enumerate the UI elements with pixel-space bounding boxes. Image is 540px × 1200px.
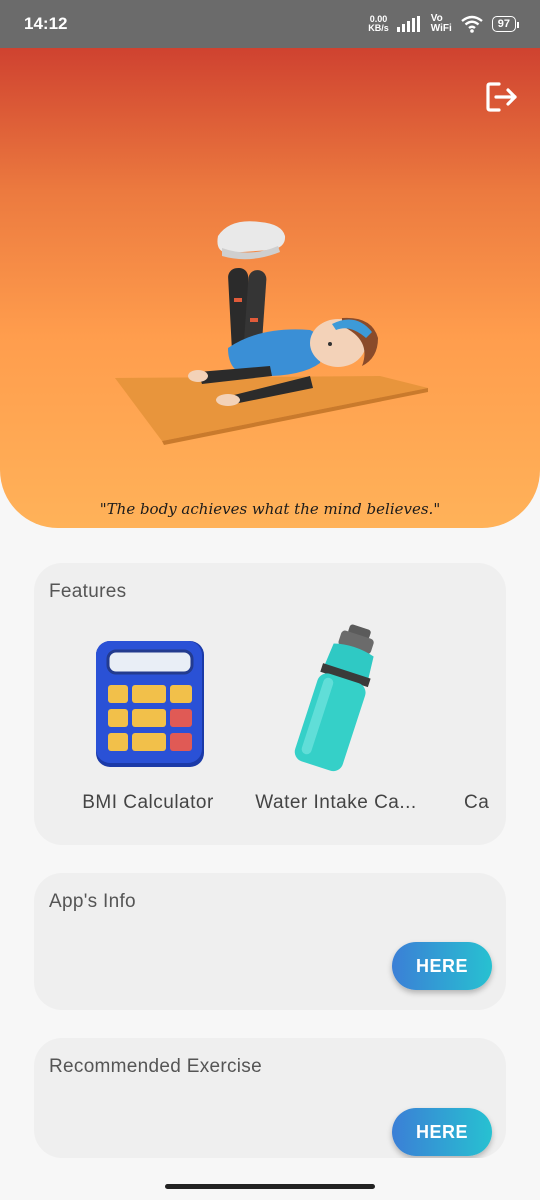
exercise-illustration — [115, 221, 428, 445]
status-bar: 14:12 0.00 KB/s Vo WiFi 97 — [0, 0, 540, 48]
signal-icon — [396, 16, 420, 32]
feature-partial-item[interactable]: Ca — [434, 637, 506, 813]
recommended-exercise-card: Recommended Exercise HERE — [34, 1038, 506, 1158]
network-speed: 0.00 KB/s — [368, 15, 389, 33]
feature-label: BMI Calculator — [82, 792, 214, 813]
home-indicator[interactable] — [165, 1184, 375, 1189]
wifi-icon — [461, 15, 483, 33]
logout-icon[interactable] — [482, 78, 520, 116]
vowifi-indicator: Vo WiFi — [431, 14, 452, 34]
status-icons: 0.00 KB/s Vo WiFi 97 — [368, 14, 520, 34]
navigation-bar-area — [0, 1158, 540, 1200]
feature-water-intake[interactable]: Water Intake Ca... — [246, 624, 426, 813]
partial-icon — [464, 637, 506, 771]
motivational-quote: "The body achieves what the mind believe… — [99, 500, 441, 518]
calculator-icon — [96, 641, 204, 767]
wifi-label: WiFi — [430, 23, 452, 34]
recommended-exercise-title: Recommended Exercise — [49, 1056, 262, 1077]
features-card: Features BMI Calculator Water Intake Ca.… — [34, 563, 506, 845]
hero-banner: "The body achieves what the mind believe… — [0, 48, 540, 528]
app-info-card: App's Info HERE — [34, 873, 506, 1010]
app-info-title: App's Info — [49, 891, 136, 912]
features-title: Features — [49, 581, 127, 602]
network-speed-unit: KB/s — [368, 23, 389, 33]
feature-bmi-calculator[interactable]: BMI Calculator — [58, 637, 238, 813]
app-info-here-button[interactable]: HERE — [392, 942, 492, 990]
feature-label: Ca — [464, 792, 490, 813]
water-bottle-icon — [294, 624, 374, 772]
status-time: 14:12 — [24, 14, 68, 33]
recommended-exercise-here-button[interactable]: HERE — [392, 1108, 492, 1156]
feature-label: Water Intake Ca... — [255, 792, 417, 813]
battery-icon: 97 — [491, 16, 520, 32]
